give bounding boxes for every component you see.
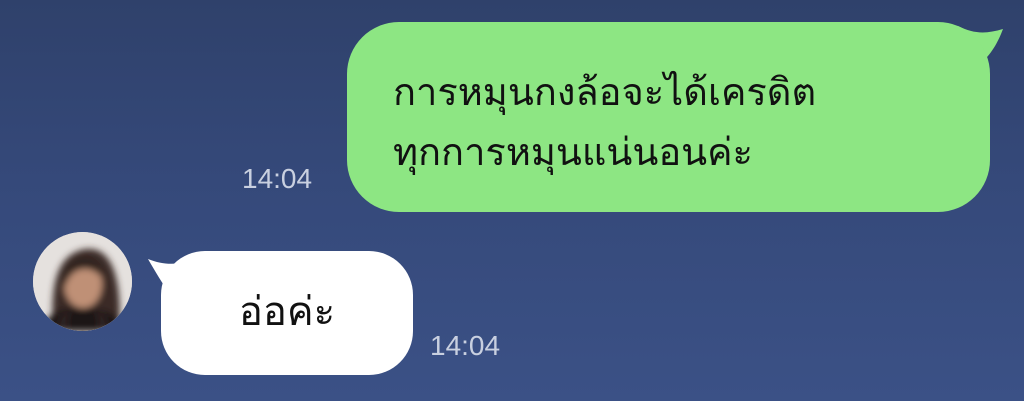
message-timestamp: 14:04 [242,163,313,194]
contact-avatar[interactable] [33,232,132,331]
avatar-photo-icon [33,232,132,331]
incoming-message-bubble[interactable]: อ่อค่ะ [161,251,413,375]
message-timestamp: 14:04 [430,330,501,361]
outgoing-message-bubble[interactable]: การหมุนกงล้อจะได้เครดิต ทุกการหมุนแน่นอน… [347,22,990,212]
chat-conversation: 14:04 การหมุนกงล้อจะได้เครดิต ทุกการหมุน… [0,0,1024,401]
